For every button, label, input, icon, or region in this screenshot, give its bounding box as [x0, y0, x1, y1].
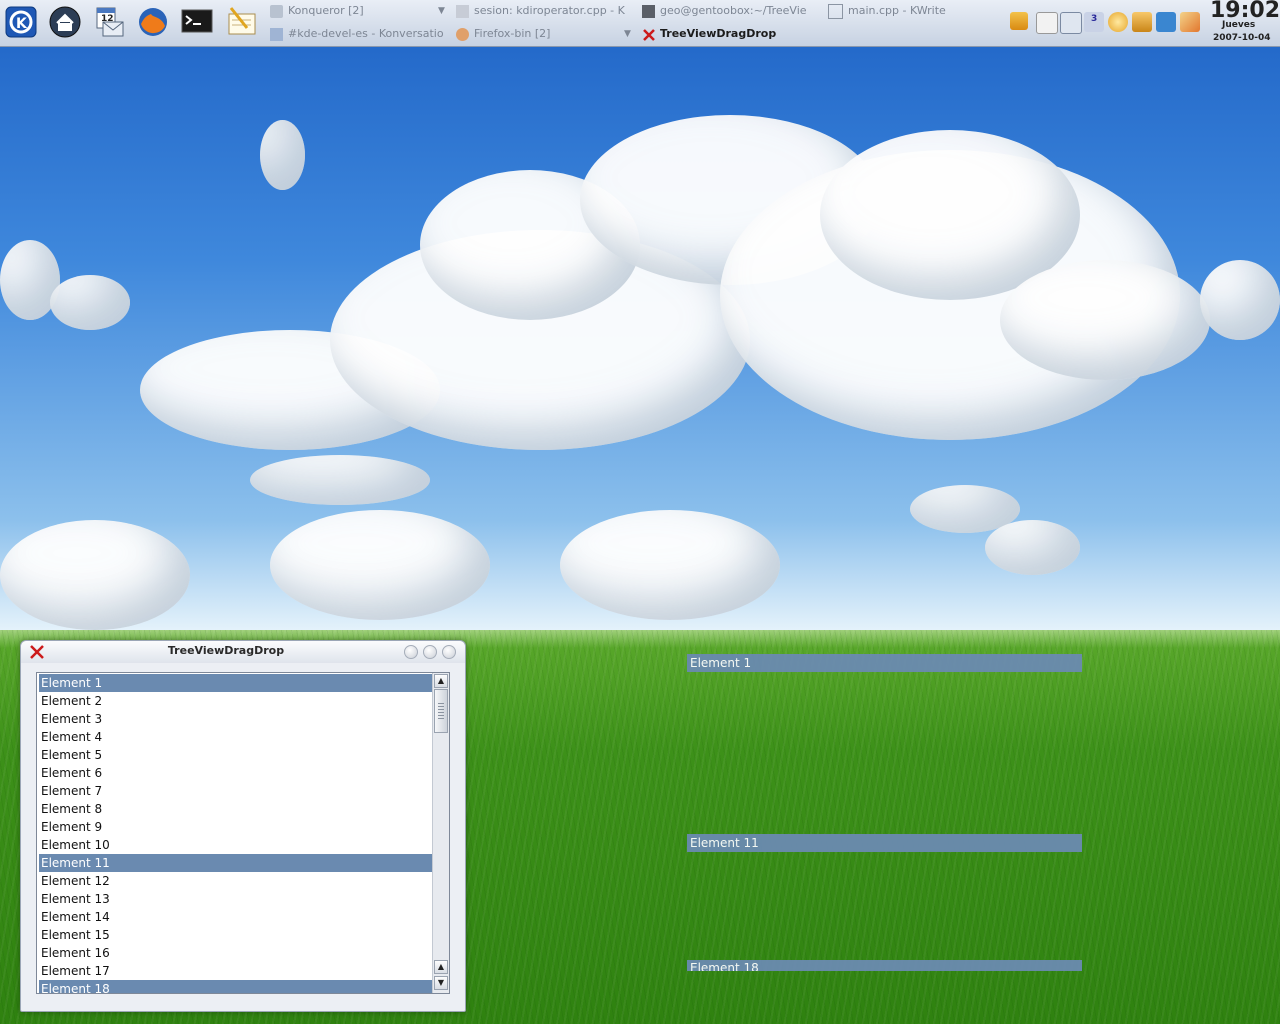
- window-title: TreeViewDragDrop: [167, 644, 285, 657]
- tree-item[interactable]: Element 1: [39, 674, 433, 692]
- cloud: [50, 275, 130, 330]
- kwrite-icon: [828, 3, 843, 19]
- tree-item[interactable]: Element 16: [39, 944, 433, 962]
- tray-kde-icon[interactable]: [1156, 12, 1176, 32]
- task-label: TreeViewDragDrop: [660, 27, 777, 40]
- tree-item[interactable]: Element 11: [39, 854, 433, 872]
- terminal-icon: [642, 4, 655, 18]
- scroll-down-button[interactable]: ▲: [434, 960, 448, 974]
- calendar-badge: 12: [101, 14, 114, 24]
- tree-item[interactable]: Element 3: [39, 710, 433, 728]
- task-kdiroperator[interactable]: sesion: kdiroperator.cpp - K: [456, 1, 634, 21]
- window-titlebar[interactable]: TreeViewDragDrop: [21, 641, 465, 663]
- group-arrow-icon[interactable]: ▼: [438, 6, 445, 16]
- task-treeviewdragdrop[interactable]: TreeViewDragDrop: [642, 24, 820, 44]
- tree-item[interactable]: Element 5: [39, 746, 433, 764]
- tray-kopete-icon[interactable]: [1108, 12, 1128, 32]
- tree-item[interactable]: Element 18: [39, 980, 433, 993]
- home-launcher[interactable]: [48, 5, 82, 39]
- task-label: Konqueror [2]: [288, 4, 364, 17]
- home-icon: [49, 6, 81, 38]
- clock-date: 2007-10-04: [1213, 33, 1271, 43]
- tree-item[interactable]: Element 8: [39, 800, 433, 818]
- cloud: [270, 510, 490, 620]
- drag-preview-item: Element 18: [687, 960, 1082, 971]
- app-window: TreeViewDragDrop Element 1 Element 2 Eleme…: [20, 640, 466, 1012]
- drag-preview-item: Element 11: [687, 834, 1082, 852]
- text-editor-launcher[interactable]: [224, 5, 258, 39]
- task-label: #kde-devel-es - Konversatio: [288, 27, 444, 40]
- tray-badge: 3: [1091, 14, 1098, 24]
- firefox-icon: [456, 27, 469, 41]
- tray-folder-icon[interactable]: [1132, 12, 1152, 32]
- task-label: main.cpp - KWrite: [848, 4, 946, 17]
- cloud: [985, 520, 1080, 575]
- maximize-button[interactable]: [423, 645, 437, 659]
- tree-item[interactable]: Element 2: [39, 692, 433, 710]
- tree-item[interactable]: Element 15: [39, 926, 433, 944]
- konqueror-icon: [270, 4, 283, 18]
- task-label: Firefox-bin [2]: [474, 27, 551, 40]
- tray-desktop-icon[interactable]: [1060, 12, 1082, 34]
- tree-item[interactable]: Element 14: [39, 908, 433, 926]
- scroll-thumb[interactable]: [434, 689, 448, 733]
- clock-day: Jueves: [1222, 20, 1256, 30]
- cloud: [260, 120, 305, 190]
- group-arrow-icon[interactable]: ▼: [624, 29, 631, 39]
- task-label: geo@gentoobox:~/TreeVie: [660, 4, 807, 17]
- tree-item[interactable]: Element 10: [39, 836, 433, 854]
- editor-icon: [456, 4, 469, 18]
- tree-item[interactable]: Element 6: [39, 764, 433, 782]
- task-konversation[interactable]: #kde-devel-es - Konversatio: [270, 24, 448, 44]
- cloud: [0, 520, 190, 630]
- tree-item[interactable]: Element 13: [39, 890, 433, 908]
- task-kwrite[interactable]: main.cpp - KWrite: [828, 1, 988, 21]
- kde-menu-icon: K: [5, 6, 37, 38]
- tray-kgpg-icon[interactable]: [1036, 12, 1058, 34]
- task-konqueror[interactable]: Konqueror [2]: [270, 1, 440, 21]
- kde-menu-button[interactable]: K: [4, 5, 38, 39]
- vertical-scrollbar[interactable]: ▲ ▲ ▼: [432, 673, 449, 993]
- tree-item[interactable]: Element 4: [39, 728, 433, 746]
- text-editor-icon: [228, 7, 256, 35]
- grip-icon: [438, 703, 444, 719]
- cloud: [250, 455, 430, 505]
- tree-view[interactable]: Element 1 Element 2 Element 3 Element 4 Elem…: [36, 672, 450, 994]
- firefox-launcher[interactable]: [136, 5, 170, 39]
- cloud: [560, 510, 780, 620]
- svg-text:K: K: [16, 16, 28, 32]
- konversation-icon: [270, 27, 283, 41]
- terminal-launcher[interactable]: [180, 5, 214, 39]
- task-firefox[interactable]: Firefox-bin [2]: [456, 24, 616, 44]
- cloud: [1200, 260, 1280, 340]
- calendar-mail-launcher[interactable]: 12: [92, 5, 126, 39]
- tray-klipper-icon[interactable]: [1010, 12, 1028, 30]
- terminal-icon: [181, 9, 213, 33]
- minimize-button[interactable]: [404, 645, 418, 659]
- tray-paint-icon[interactable]: [1180, 12, 1200, 32]
- tray-pager-icon[interactable]: 3: [1084, 12, 1104, 32]
- app-x-icon: [643, 28, 655, 41]
- scroll-up-button[interactable]: ▲: [434, 674, 448, 688]
- taskbar: K 12 Konqueror [2] ▼ sesion: kdiroperato…: [0, 0, 1280, 47]
- tree-item[interactable]: Element 9: [39, 818, 433, 836]
- task-terminal[interactable]: geo@gentoobox:~/TreeVie: [642, 1, 820, 21]
- tree-item[interactable]: Element 7: [39, 782, 433, 800]
- tree-item[interactable]: Element 12: [39, 872, 433, 890]
- cloud: [1000, 260, 1210, 380]
- drag-preview-item: Element 1: [687, 654, 1082, 672]
- firefox-icon: [139, 8, 167, 36]
- tree-item[interactable]: Element 17: [39, 962, 433, 980]
- scroll-down-button[interactable]: ▼: [434, 976, 448, 990]
- close-button[interactable]: [442, 645, 456, 659]
- task-label: sesion: kdiroperator.cpp - K: [474, 4, 625, 17]
